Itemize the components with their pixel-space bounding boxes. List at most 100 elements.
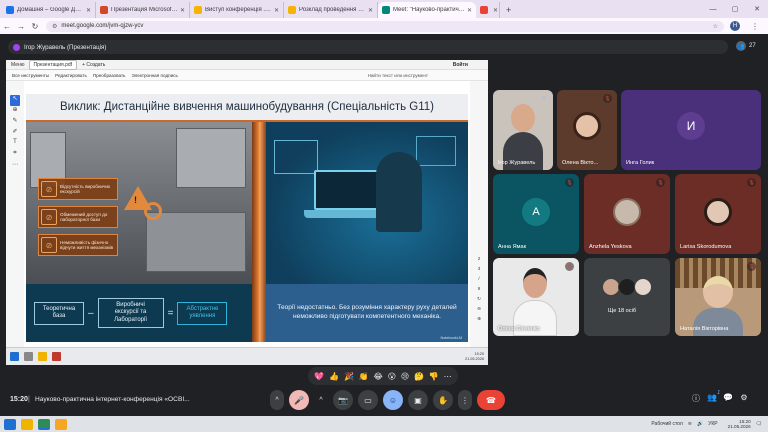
zoom-in-icon[interactable]: ⊕ (477, 316, 481, 326)
pdf-menu-item[interactable]: Электронная подпись (131, 73, 177, 78)
bookmark-star-icon[interactable]: ☆ (713, 23, 718, 30)
close-tab-icon[interactable]: ✕ (274, 7, 279, 14)
browser-tab-slides[interactable]: Виступ конференція .pptx - Google ✕ (190, 2, 284, 18)
new-tab-button[interactable]: + (500, 2, 517, 18)
emoji-button[interactable]: ☺ (383, 390, 403, 410)
shared-clock-time: 15:20 (474, 351, 484, 356)
minimize-icon[interactable]: — (702, 6, 724, 13)
pdf-signin-button[interactable]: Войти (453, 62, 468, 68)
participant-tile[interactable]: А 🎙 Анна Ямак (493, 174, 579, 254)
participant-tile[interactable]: 🎙 Larisa Skorodumova (675, 174, 761, 254)
more-participants-tile[interactable]: Ще 18 осіб (584, 258, 670, 336)
camera-options-chevron-icon[interactable]: ^ (314, 390, 328, 410)
address-bar[interactable]: ⚙ meet.google.com/jvm-qjzw-ycv ☆ (46, 20, 724, 32)
info-icon[interactable]: ⓘ (688, 393, 704, 404)
back-icon[interactable]: ← (0, 22, 14, 31)
people-icon[interactable]: 👥 1 (704, 390, 720, 404)
close-window-icon[interactable]: ✕ (746, 5, 768, 13)
windows-start-icon[interactable] (4, 418, 16, 430)
pdf-viewer-top-bar: Меню Презентация.pdf + Создать Войти (6, 60, 488, 70)
participant-tile[interactable]: 🎙 Олена Вікто... (557, 90, 617, 170)
reload-icon[interactable]: ↻ (28, 22, 42, 31)
windows-start-icon (10, 352, 19, 361)
reactions-bar: 💖 👍 🎉 👏 😂 😮 😢 🤔 👎 ⋯ (308, 367, 458, 385)
present-button[interactable]: ▭ (358, 390, 378, 410)
reaction-thumbsdown-button[interactable]: 👎 (429, 372, 439, 381)
desktop-label[interactable]: Рабочий стол (651, 421, 682, 427)
close-tab-icon[interactable]: ✕ (493, 7, 498, 14)
camera-button[interactable]: 📷 (333, 390, 353, 410)
browser-tab-drive[interactable]: Домашня – Google Диск ✕ (2, 2, 96, 18)
browser-tab-schedule[interactable]: Розклад проведення конференції ✕ (284, 2, 378, 18)
chrome-icon[interactable] (38, 418, 50, 430)
pdf-menu-button[interactable]: Меню (11, 62, 25, 68)
reaction-more-button[interactable]: ⋯ (444, 372, 452, 381)
warning-item: ⊘ Відсутність виробничих екскурсій (38, 178, 118, 200)
reaction-thumbsup-button[interactable]: 👍 (329, 372, 339, 381)
end-call-button[interactable]: ☎ (477, 390, 505, 410)
close-tab-icon[interactable]: ✕ (86, 7, 91, 14)
forward-icon[interactable]: → (14, 22, 28, 31)
pen-tool-icon[interactable]: ✎ (12, 117, 17, 128)
reaction-laugh-button[interactable]: 😂 (374, 372, 383, 381)
raise-hand-button[interactable]: ✋ (433, 390, 453, 410)
stamp-tool-icon[interactable]: ⌗ (13, 150, 16, 161)
reaction-thinking-button[interactable]: 🤔 (414, 372, 424, 381)
participant-tile[interactable]: 🎙 Наталія Вікторівна (675, 258, 761, 336)
activities-icon[interactable]: ⚙ (736, 393, 752, 404)
maximize-icon[interactable]: ▢ (724, 5, 746, 13)
reaction-surprised-button[interactable]: 😮 (388, 372, 396, 381)
participants-count[interactable]: 👥 27 (736, 41, 756, 51)
people-icon: 👥 (736, 41, 746, 51)
notebooklm-mark: NotebookLM (440, 336, 462, 340)
app-icon[interactable] (55, 418, 67, 430)
file-explorer-icon[interactable] (21, 418, 33, 430)
search-icon (24, 352, 33, 361)
participant-avatar: И (677, 112, 705, 140)
speaking-indicator-icon: ⁞⁞ (542, 95, 545, 102)
system-clock[interactable]: 15:20 21.05.2026 (723, 419, 751, 430)
formula-term: Теоретична база (34, 301, 84, 325)
captions-button[interactable]: ▣ (408, 390, 428, 410)
draw-tool-icon[interactable]: ✐ (12, 128, 17, 139)
reaction-heart-button[interactable]: 💖 (314, 372, 324, 381)
pdf-search-field[interactable]: Найти текст или инструмент (368, 73, 428, 78)
participant-tile[interactable]: 🎙 Олена Сінченко (493, 258, 579, 336)
select-tool-icon[interactable]: ↖ (10, 95, 20, 106)
wifi-icon[interactable]: ≋ (688, 421, 692, 427)
participant-tile[interactable]: И Инга Голик (621, 90, 761, 170)
pdf-file-tab[interactable]: Презентация.pdf (28, 60, 78, 70)
browser-tab-pinned[interactable]: ✕ (476, 2, 500, 18)
language-indicator[interactable]: УКР (708, 421, 717, 427)
browser-tab-powerpoint[interactable]: Презентация Microsoft PowerPoint ✕ (96, 2, 190, 18)
pdf-menu-item[interactable]: Все инструменты (12, 73, 49, 78)
chat-icon[interactable]: 💬 (720, 393, 736, 404)
site-info-icon[interactable]: ⚙ (52, 23, 57, 30)
participant-tile[interactable]: 🎙 Anzhela Yeskova (584, 174, 670, 254)
close-tab-icon[interactable]: ✕ (180, 7, 185, 14)
close-tab-icon[interactable]: ✕ (467, 7, 472, 14)
profile-avatar[interactable]: H (730, 21, 740, 31)
zoom-out-icon[interactable]: ⊖ (477, 306, 481, 316)
pdf-menu-item[interactable]: Преобразовать (93, 73, 126, 78)
audio-options-chevron-icon[interactable]: ^ (270, 390, 284, 410)
browser-tab-meet[interactable]: Meet: "Науково-практична" ✕ (378, 2, 476, 18)
refresh-icon[interactable]: ↻ (477, 296, 481, 306)
more-tools-icon[interactable]: ⋯ (12, 161, 18, 172)
reaction-sad-button[interactable]: 😢 (401, 372, 409, 381)
text-tool-icon[interactable]: T (13, 139, 17, 150)
pdf-menu-item[interactable]: Редактировать (55, 73, 87, 78)
browser-menu-icon[interactable]: ⋮ (748, 22, 762, 31)
volume-icon[interactable]: 🔊 (697, 421, 703, 427)
close-tab-icon[interactable]: ✕ (368, 7, 373, 14)
theory-caption: Теорії недостатньо. Без розуміння характ… (266, 284, 468, 342)
zoom-tool-icon[interactable]: ⊕ (12, 106, 17, 117)
reaction-clap-button[interactable]: 👏 (359, 372, 369, 381)
participant-tile[interactable]: ⁞⁞ Ігор Журавель (493, 90, 553, 170)
reaction-party-button[interactable]: 🎉 (344, 372, 354, 381)
more-options-button[interactable]: ⋮ (458, 390, 472, 410)
mic-off-button[interactable]: 🎤 (289, 390, 309, 410)
notifications-icon[interactable]: 🗨 (756, 421, 762, 427)
presenter-label: Ігор Журавель (Презентація) (24, 43, 107, 51)
pdf-create-button[interactable]: + Создать (82, 62, 105, 68)
